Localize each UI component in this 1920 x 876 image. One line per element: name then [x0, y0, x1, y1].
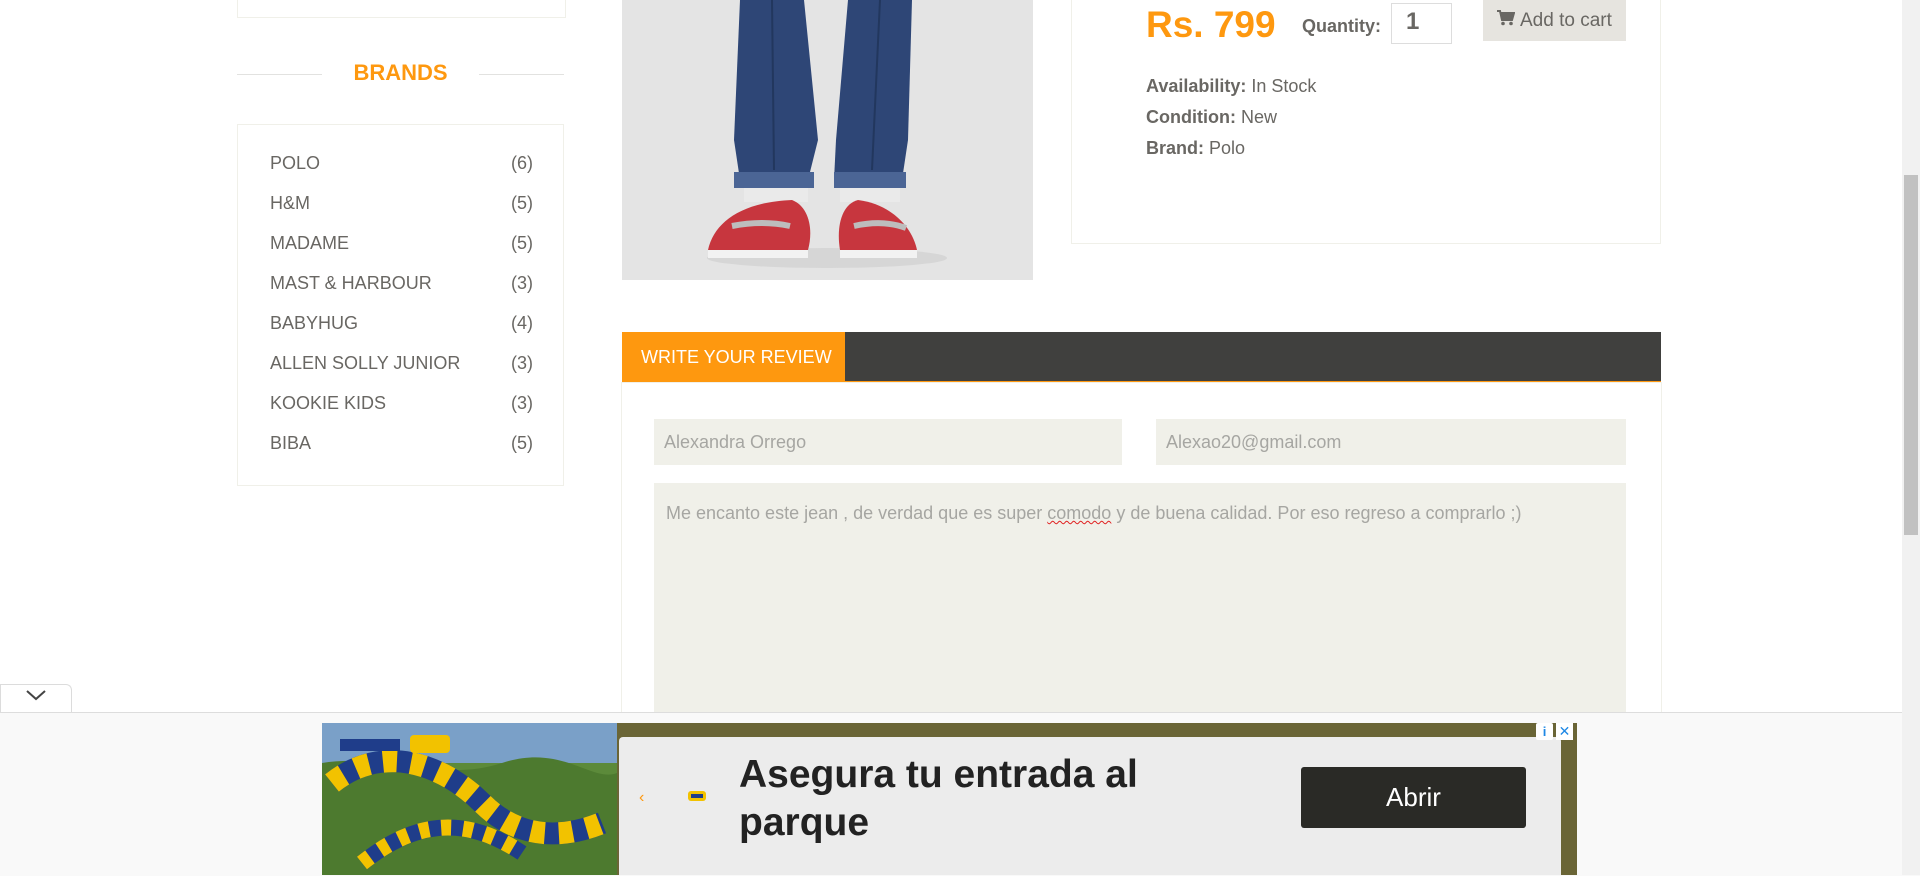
brand-count: (4)	[511, 313, 533, 333]
brands-list: POLO (6) H&M (5) MADAME (5) MAST & HARBO…	[237, 124, 564, 486]
review-textarea[interactable]: Me encanto este jean , de verdad que es …	[654, 483, 1626, 723]
availability-value: In Stock	[1251, 76, 1317, 96]
brand-item-polo[interactable]: POLO (6)	[270, 153, 533, 177]
quantity-input[interactable]: 1	[1391, 3, 1452, 44]
review-text-start: Me encanto este jean , de verdad que es …	[666, 503, 1048, 523]
brand-count: (3)	[511, 353, 533, 373]
brand-item-kookie-kids[interactable]: KOOKIE KIDS (3)	[270, 393, 533, 417]
ad-image	[322, 723, 617, 875]
brand-name[interactable]: KOOKIE KIDS	[270, 393, 386, 414]
availability-line: Availability: In Stock	[1146, 76, 1316, 97]
email-input[interactable]: Alexao20@gmail.com	[1156, 419, 1626, 465]
brand-count: (6)	[511, 153, 533, 173]
add-to-cart-label: Add to cart	[1520, 10, 1612, 31]
brand-name[interactable]: MADAME	[270, 233, 349, 254]
brand-item-hm[interactable]: H&M (5)	[270, 193, 533, 217]
info-icon[interactable]: i	[1536, 723, 1553, 740]
brand-item-madame[interactable]: MADAME (5)	[270, 233, 533, 257]
condition-label: Condition:	[1146, 107, 1236, 127]
ad-open-button[interactable]: Abrir	[1301, 767, 1526, 828]
brand-item-babyhug[interactable]: BABYHUG (4)	[270, 313, 533, 337]
brand-count: (3)	[511, 393, 533, 413]
brand-label: Brand:	[1146, 138, 1204, 158]
chevron-left-icon[interactable]: ‹	[639, 789, 644, 807]
brand-name[interactable]: BABYHUG	[270, 313, 358, 334]
brand-line: Brand: Polo	[1146, 138, 1245, 159]
heading-line-right	[479, 74, 564, 75]
brand-count: (5)	[511, 233, 533, 253]
brand-name[interactable]: POLO	[270, 153, 320, 174]
jeans-photo	[622, 0, 1033, 280]
review-text-misspelled: comodo	[1047, 503, 1112, 523]
brand-name[interactable]: BIBA	[270, 433, 311, 454]
condition-value: New	[1240, 107, 1277, 127]
condition-line: Condition: New	[1146, 107, 1277, 128]
brand-count: (5)	[511, 433, 533, 453]
brand-name[interactable]: MAST & HARBOUR	[270, 273, 432, 294]
product-price: Rs. 799	[1146, 4, 1276, 45]
ad-content: ‹ Asegura tu entrada al parque Abrir	[619, 737, 1561, 875]
brand-count: (5)	[511, 193, 533, 213]
brand-value: Polo	[1209, 138, 1246, 158]
brand-name[interactable]: H&M	[270, 193, 310, 214]
brand-logo-icon	[687, 789, 707, 803]
category-panel-bottom	[237, 0, 566, 18]
brand-count: (3)	[511, 273, 533, 293]
waterpark-photo	[322, 723, 617, 875]
shopping-cart-icon	[1497, 10, 1516, 32]
brand-item-biba[interactable]: BIBA (5)	[270, 433, 533, 457]
name-input[interactable]: Alexandra Orrego	[654, 419, 1122, 465]
product-image	[622, 0, 1033, 280]
add-to-cart-button[interactable]: Add to cart	[1483, 0, 1626, 41]
scrollbar-thumb[interactable]	[1904, 175, 1918, 535]
ad-banner[interactable]: ‹ Asegura tu entrada al parque Abrir i ✕	[322, 723, 1577, 875]
close-icon[interactable]: ✕	[1556, 723, 1573, 740]
ad-collapse-button[interactable]	[0, 684, 72, 712]
brand-item-mast-harbour[interactable]: MAST & HARBOUR (3)	[270, 273, 533, 297]
availability-label: Availability:	[1146, 76, 1247, 96]
brand-name[interactable]: ALLEN SOLLY JUNIOR	[270, 353, 460, 374]
brands-heading: BRANDS	[237, 58, 564, 88]
tab-write-review[interactable]: WRITE YOUR REVIEW	[622, 332, 845, 381]
brands-title: BRANDS	[353, 60, 448, 85]
quantity-label: Quantity:	[1302, 16, 1381, 36]
brand-item-allen-solly-junior[interactable]: ALLEN SOLLY JUNIOR (3)	[270, 353, 533, 377]
chevron-down-icon	[25, 686, 47, 707]
review-text-end: y de buena calidad. Por eso regreso a co…	[1111, 503, 1522, 523]
ad-headline[interactable]: Asegura tu entrada al parque	[739, 751, 1219, 847]
